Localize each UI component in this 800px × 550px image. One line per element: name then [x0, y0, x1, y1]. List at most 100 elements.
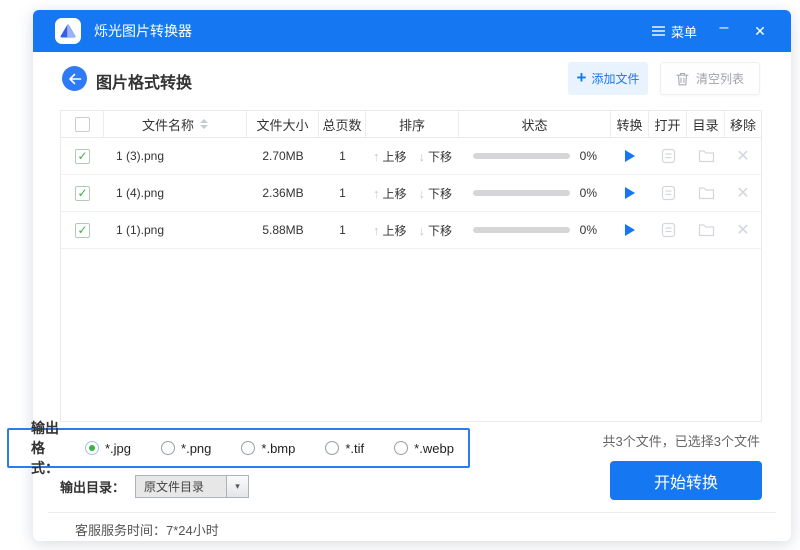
open-file-button[interactable] [649, 138, 687, 174]
move-down-button[interactable]: ↓下移 [419, 185, 453, 202]
document-icon [661, 148, 676, 164]
format-option-webp[interactable]: *.webp [394, 441, 454, 456]
file-size: 5.88MB [247, 212, 319, 248]
remove-button[interactable]: ✕ [736, 220, 749, 240]
page-title: 图片格式转换 [96, 69, 192, 93]
table-row: ✓ 1 (1).png 5.88MB 1 ↑上移 ↓下移 0% ✕ [61, 212, 761, 249]
hamburger-icon [652, 26, 665, 36]
radio-icon [241, 441, 255, 455]
row-checkbox[interactable]: ✓ [75, 186, 90, 201]
radio-icon [394, 441, 408, 455]
arrow-down-icon: ↓ [419, 223, 426, 238]
remove-button[interactable]: ✕ [736, 183, 749, 203]
open-file-button[interactable] [649, 212, 687, 248]
row-checkbox[interactable]: ✓ [75, 223, 90, 238]
open-directory-button[interactable] [687, 175, 725, 211]
table-row: ✓ 1 (4).png 2.36MB 1 ↑上移 ↓下移 0% ✕ [61, 175, 761, 212]
footer-divider [48, 512, 776, 513]
folder-icon [698, 223, 715, 237]
output-directory-value: 原文件目录 [136, 476, 226, 497]
format-option-bmp[interactable]: *.bmp [241, 441, 295, 456]
output-directory-row: 输出目录： 原文件目录 ▾ [60, 474, 249, 498]
folder-icon [698, 186, 715, 200]
col-convert: 转换 [611, 111, 649, 137]
document-icon [661, 222, 676, 238]
convert-play-button[interactable] [625, 224, 635, 236]
back-arrow-icon [68, 73, 82, 85]
format-option-png[interactable]: *.png [161, 441, 211, 456]
move-down-button[interactable]: ↓下移 [419, 148, 453, 165]
convert-play-button[interactable] [625, 187, 635, 199]
file-size: 2.70MB [247, 138, 319, 174]
col-filesize: 文件大小 [247, 111, 319, 137]
open-directory-button[interactable] [687, 138, 725, 174]
progress-value: 0% [580, 186, 597, 200]
format-option-jpg[interactable]: *.jpg [85, 441, 131, 456]
folder-icon [698, 149, 715, 163]
progress-value: 0% [580, 149, 597, 163]
format-option-tif[interactable]: *.tif [325, 441, 364, 456]
arrow-up-icon: ↑ [373, 186, 380, 201]
service-hours-text: 客服服务时间：7*24小时 [75, 520, 219, 539]
progress-bar [473, 153, 570, 159]
page-count: 1 [319, 212, 366, 248]
radio-icon [161, 441, 175, 455]
minimize-button[interactable]: – [709, 17, 739, 45]
arrow-up-icon: ↑ [373, 149, 380, 164]
file-name: 1 (1).png [104, 212, 247, 248]
file-size: 2.36MB [247, 175, 319, 211]
move-up-button[interactable]: ↑上移 [373, 148, 407, 165]
progress-bar [473, 190, 570, 196]
convert-play-button[interactable] [625, 150, 635, 162]
menu-label: 菜单 [671, 22, 697, 41]
open-directory-button[interactable] [687, 212, 725, 248]
add-files-label: 添加文件 [591, 70, 639, 87]
close-button[interactable]: ✕ [745, 17, 775, 45]
col-filename: 文件名称 [142, 115, 194, 134]
open-file-button[interactable] [649, 175, 687, 211]
move-down-button[interactable]: ↓下移 [419, 222, 453, 239]
radio-icon [85, 441, 99, 455]
file-table: 文件名称 文件大小 总页数 排序 状态 转换 打开 目录 移除 ✓ 1 (3).… [60, 110, 762, 422]
check-icon: ✓ [77, 187, 87, 199]
output-format-label: 输出格式： [31, 418, 59, 478]
check-icon: ✓ [77, 224, 87, 236]
output-directory-select[interactable]: 原文件目录 ▾ [135, 475, 249, 498]
col-remove: 移除 [725, 111, 761, 137]
page-count: 1 [319, 138, 366, 174]
start-convert-button[interactable]: 开始转换 [610, 461, 762, 500]
progress-bar [473, 227, 570, 233]
col-status: 状态 [459, 111, 611, 137]
add-files-button[interactable]: + 添加文件 [568, 62, 648, 95]
col-order: 排序 [366, 111, 459, 137]
col-directory: 目录 [687, 111, 725, 137]
check-icon: ✓ [77, 150, 87, 162]
row-checkbox[interactable]: ✓ [75, 149, 90, 164]
col-pages: 总页数 [319, 111, 366, 137]
clear-list-label: 清空列表 [696, 70, 744, 87]
document-icon [661, 185, 676, 201]
menu-button[interactable]: 菜单 [646, 18, 703, 45]
trash-icon [676, 72, 689, 86]
table-row: ✓ 1 (3).png 2.70MB 1 ↑上移 ↓下移 0% ✕ [61, 138, 761, 175]
titlebar: 烁光图片转换器 菜单 – ✕ [33, 10, 791, 52]
page: 烁光图片转换器 菜单 – ✕ [0, 0, 800, 550]
dropdown-arrow-icon: ▾ [226, 476, 248, 497]
arrow-down-icon: ↓ [419, 186, 426, 201]
progress-value: 0% [580, 223, 597, 237]
col-open: 打开 [649, 111, 687, 137]
file-name: 1 (3).png [104, 138, 247, 174]
back-button[interactable] [62, 66, 87, 91]
app-title: 烁光图片转换器 [94, 21, 192, 41]
table-header: 文件名称 文件大小 总页数 排序 状态 转换 打开 目录 移除 [61, 111, 761, 138]
radio-icon [325, 441, 339, 455]
remove-button[interactable]: ✕ [736, 146, 749, 166]
sort-icon[interactable] [200, 119, 208, 129]
clear-list-button[interactable]: 清空列表 [660, 62, 760, 95]
toolbar: 图片格式转换 + 添加文件 清空列表 [33, 62, 791, 104]
page-count: 1 [319, 175, 366, 211]
move-up-button[interactable]: ↑上移 [373, 185, 407, 202]
select-all-checkbox[interactable] [75, 117, 90, 132]
move-up-button[interactable]: ↑上移 [373, 222, 407, 239]
output-directory-label: 输出目录： [60, 477, 135, 496]
